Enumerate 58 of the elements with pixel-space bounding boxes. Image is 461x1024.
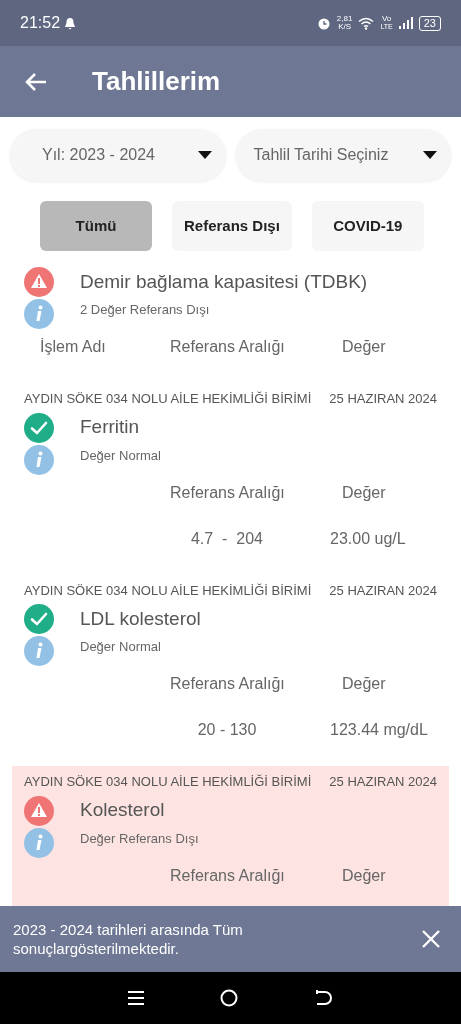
column-header: Değer <box>342 483 386 501</box>
filter-tab[interactable]: Tümü <box>40 201 152 251</box>
caret-icon <box>423 151 437 159</box>
filter-tab[interactable]: Referans Dışı <box>172 201 292 251</box>
wifi-icon <box>358 16 375 30</box>
clock: 21:52 <box>20 13 61 33</box>
result-value: 23.00 ug/L <box>330 529 406 547</box>
info-icon[interactable] <box>24 444 54 475</box>
check-icon <box>24 604 54 634</box>
column-header: Referans Aralığı <box>170 483 285 501</box>
home-icon[interactable] <box>220 989 239 1007</box>
bell-icon <box>64 16 77 30</box>
result-value: 123.44 mg/dL <box>330 721 428 738</box>
data-speed: 2,81 <box>336 15 353 23</box>
test-name: Ferritin <box>80 415 140 440</box>
check-icon <box>24 412 54 443</box>
caret-icon <box>197 151 212 159</box>
result-date: 25 HAZIRAN 2024 <box>329 390 437 408</box>
alarm-icon <box>316 16 331 30</box>
test-name: LDL kolesterol <box>80 606 201 631</box>
column-header: Değer <box>342 866 386 884</box>
clinic-name: AYDIN SÖKE 034 NOLU AİLE HEKİMLİĞİ BİRİMİ <box>24 390 312 408</box>
signal-icon <box>398 17 413 29</box>
back-icon[interactable] <box>314 990 333 1006</box>
column-header: Değer <box>342 338 386 355</box>
volte-label: Vo <box>381 15 392 23</box>
column-header: İşlem Adı <box>40 338 106 355</box>
info-icon[interactable] <box>24 299 54 329</box>
result-note: Değer Normal <box>80 638 161 657</box>
result-note: Değer Referans Dışı <box>80 829 199 848</box>
dropdown[interactable]: Yıl: 2023 - 2024 <box>10 129 226 181</box>
column-header: Referans Aralığı <box>170 338 285 355</box>
result-date: 25 HAZIRAN 2024 <box>329 773 437 791</box>
column-header: Referans Aralığı <box>170 866 285 884</box>
info-icon[interactable] <box>24 636 54 666</box>
reference-range: 4.7 - 204 <box>190 529 263 547</box>
clinic-name: AYDIN SÖKE 034 NOLU AİLE HEKİMLİĞİ BİRİMİ <box>24 773 312 791</box>
back-icon <box>24 71 48 92</box>
battery-indicator: 23 <box>418 15 441 31</box>
test-name: Kolesterol <box>80 798 165 823</box>
result-note: Değer Normal <box>80 446 161 465</box>
dropdown[interactable]: Tahlil Tarihi Seçiniz <box>235 129 451 181</box>
column-header: Değer <box>342 675 386 692</box>
reference-range: 20 - 130 <box>197 721 257 738</box>
warning-icon <box>24 267 54 297</box>
filter-tab[interactable]: COVID-19 <box>311 201 424 251</box>
page-title: Tahlillerim <box>92 65 221 98</box>
menu-icon[interactable] <box>128 990 145 1006</box>
test-name: Demir bağlama kapasitesi (TDBK) <box>80 269 368 294</box>
column-header: Referans Aralığı <box>170 675 285 692</box>
snackbar-message: 2023 - 2024 tarihleri arasında Tüm sonuçlargösterilmektedir. <box>13 920 244 958</box>
warning-icon <box>24 795 54 826</box>
result-note: 2 Değer Referans Dışı <box>80 301 210 320</box>
data-speed-unit: K/S <box>338 23 352 31</box>
result-date: 25 HAZIRAN 2024 <box>329 581 437 600</box>
clinic-name: AYDIN SÖKE 034 NOLU AİLE HEKİMLİĞİ BİRİMİ <box>24 581 312 600</box>
info-icon[interactable] <box>24 827 54 858</box>
close-icon <box>422 930 440 948</box>
